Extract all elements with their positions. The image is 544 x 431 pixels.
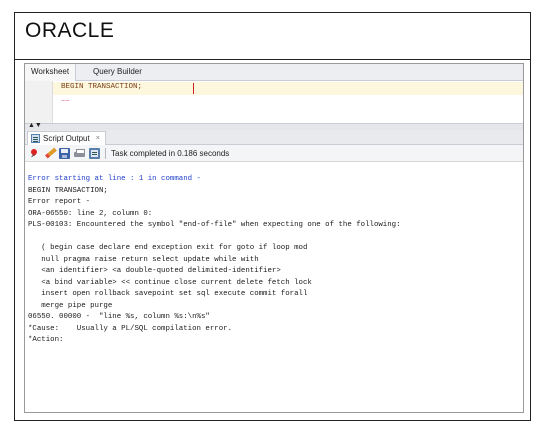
text-caret (193, 83, 194, 94)
log-icon[interactable] (89, 148, 100, 159)
output-line: ( begin case declare end exception exit … (28, 244, 308, 252)
close-icon[interactable]: × (96, 133, 100, 145)
output-line: merge pipe purge (28, 301, 113, 310)
script-output-panel: Error starting at line : 1 in command - … (25, 162, 523, 412)
slide-frame: ORACLE Worksheet Query Builder BEGIN TRA… (14, 12, 531, 421)
output-line: <a bind variable> << continue close curr… (28, 278, 312, 287)
output-tabstrip: Script Output × (25, 130, 523, 145)
print-icon[interactable] (74, 148, 85, 159)
slide-header: ORACLE (15, 13, 530, 60)
output-line: Error starting at line : 1 in command - (28, 175, 201, 183)
script-output-icon (31, 134, 40, 143)
collapse-arrows-icon[interactable]: ▲▼ (28, 122, 42, 130)
error-marker: ~~ (61, 98, 70, 106)
slide-title: ORACLE (25, 19, 115, 42)
output-line: insert open rollback savepoint set sql e… (28, 290, 308, 298)
editor-tabstrip: Worksheet Query Builder (25, 64, 523, 81)
tab-query-builder[interactable]: Query Builder (87, 64, 148, 81)
line-gutter (25, 81, 53, 123)
output-line: <an identifier> <a double-quoted delimit… (28, 267, 281, 275)
sql-developer-window: Worksheet Query Builder BEGIN TRANSACTIO… (24, 63, 524, 413)
script-output-label: Script Output (43, 133, 90, 143)
tab-worksheet[interactable]: Worksheet (25, 64, 77, 81)
output-line: BEGIN TRANSACTION; (28, 186, 108, 195)
output-line: *Cause: Usually a PL/SQL compilation err… (28, 324, 233, 333)
output-line: ORA-06550: line 2, column 0: (28, 209, 153, 218)
output-toolbar: Task completed in 0.186 seconds (25, 145, 523, 162)
toolbar-separator (105, 148, 106, 159)
output-line: 06550. 00000 - "line %s, column %s:\n%s" (28, 313, 210, 321)
split-divider[interactable]: ▲▼ (25, 122, 523, 130)
output-line: PLS-00103: Encountered the symbol "end-o… (28, 221, 401, 229)
output-line: null pragma raise return select update w… (28, 255, 259, 264)
pin-icon[interactable] (30, 148, 41, 159)
output-line: Error report - (28, 198, 91, 206)
clear-icon[interactable] (44, 148, 55, 159)
editor-code-line[interactable]: BEGIN TRANSACTION; (61, 83, 142, 91)
sql-editor[interactable]: BEGIN TRANSACTION; ~~ (25, 81, 523, 123)
output-line: *Action: (28, 336, 64, 344)
tab-script-output[interactable]: Script Output × (27, 131, 106, 145)
task-status: Task completed in 0.186 seconds (111, 149, 230, 158)
save-icon[interactable] (59, 148, 70, 159)
